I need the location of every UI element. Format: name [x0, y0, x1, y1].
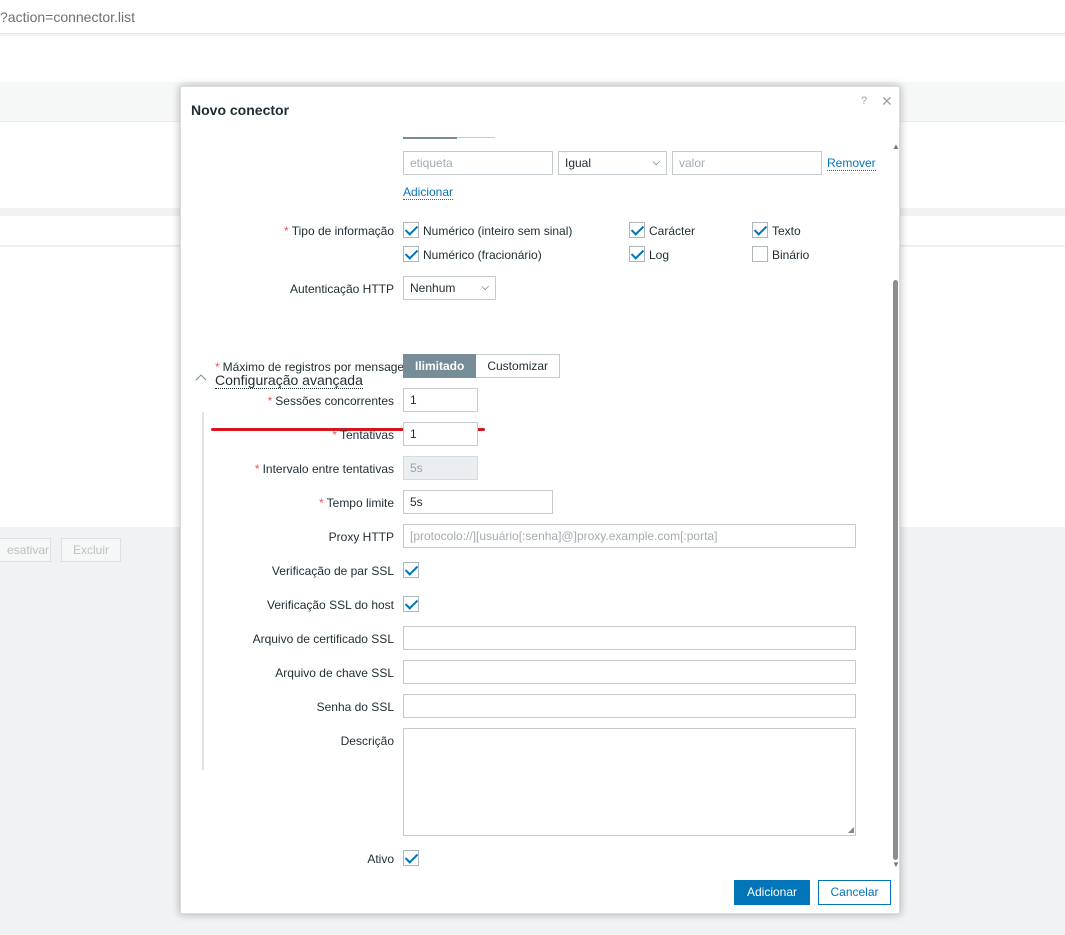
- ssl-host-checkbox[interactable]: [403, 596, 419, 612]
- checkbox-label: Binário: [772, 248, 810, 262]
- concurrent-sessions-input[interactable]: 1: [403, 388, 478, 412]
- new-connector-dialog: Novo conector ? ✕ etiqueta Igual ⌵ valor…: [180, 86, 900, 914]
- cancel-button[interactable]: Cancelar: [818, 880, 891, 905]
- tag-operator-select[interactable]: Igual ⌵: [558, 151, 667, 175]
- dialog-scrollbar[interactable]: ▲ ▼: [892, 142, 900, 872]
- ssl-cert-label: Arquivo de certificado SSL: [252, 632, 394, 646]
- description-label: Descrição: [340, 734, 394, 748]
- timeout-label: * Tempo limite: [318, 496, 394, 510]
- checkbox-label: Carácter: [649, 224, 696, 238]
- chevron-down-icon: ⌵: [481, 282, 489, 293]
- checkbox-log[interactable]: [629, 246, 645, 262]
- ssl-password-label: Senha do SSL: [316, 700, 394, 714]
- dialog-body: etiqueta Igual ⌵ valor Remover Adicionar…: [181, 137, 891, 871]
- checkbox-label: Numérico (fracionário): [423, 248, 542, 262]
- max-records-unlimited[interactable]: Ilimitado: [403, 354, 477, 378]
- timeout-input[interactable]: 5s: [403, 490, 553, 514]
- advanced-section-line: [202, 412, 204, 770]
- remove-tag-link[interactable]: Remover: [827, 156, 876, 171]
- active-label: Ativo: [367, 852, 394, 866]
- checkbox-text[interactable]: [752, 222, 768, 238]
- advanced-config-title: Configuração avançada: [215, 372, 363, 389]
- chevron-down-icon: ⌵: [652, 157, 660, 168]
- scroll-down-icon[interactable]: ▼: [892, 860, 900, 869]
- dialog-title: Novo conector: [191, 102, 290, 118]
- ssl-peer-label: Verificação de par SSL: [271, 564, 394, 578]
- http-auth-value: Nenhum: [410, 281, 456, 295]
- help-icon[interactable]: ?: [861, 95, 867, 107]
- checkbox-label: Texto: [772, 224, 801, 238]
- http-auth-select[interactable]: Nenhum ⌵: [403, 276, 496, 300]
- checkbox-numeric-float[interactable]: [403, 246, 419, 262]
- info-type-label: * Tipo de informação: [284, 224, 394, 238]
- max-records-segmented: Ilimitado Customizar: [403, 354, 561, 378]
- close-icon[interactable]: ✕: [881, 93, 893, 110]
- ssl-key-label: Arquivo de chave SSL: [275, 666, 394, 680]
- checkbox-binary[interactable]: [752, 246, 768, 262]
- attempt-interval-input[interactable]: 5s: [403, 456, 478, 480]
- add-tag-link[interactable]: Adicionar: [403, 185, 454, 200]
- max-records-custom[interactable]: Customizar: [476, 354, 561, 378]
- tag-value-input[interactable]: valor: [672, 151, 822, 175]
- checkbox-label: Log: [649, 248, 670, 262]
- scrollbar-thumb[interactable]: [893, 280, 898, 860]
- checkbox-character[interactable]: [629, 222, 645, 238]
- proxy-label: Proxy HTTP: [328, 530, 394, 544]
- active-checkbox[interactable]: [403, 850, 419, 866]
- proxy-input[interactable]: [protocolo://][usuário[:senha]@]proxy.ex…: [403, 524, 856, 548]
- attempts-label: * Tentativas: [332, 428, 394, 442]
- attempt-interval-label: * Intervalo entre tentativas: [254, 462, 394, 476]
- attempts-input[interactable]: 1: [403, 422, 478, 446]
- description-textarea[interactable]: ◢: [403, 728, 856, 836]
- tag-tabs-stub: [403, 137, 495, 140]
- ssl-peer-checkbox[interactable]: [403, 562, 419, 578]
- checkbox-label: Numérico (inteiro sem sinal): [423, 224, 573, 238]
- scroll-up-icon[interactable]: ▲: [892, 142, 900, 151]
- add-button[interactable]: Adicionar: [734, 880, 810, 905]
- ssl-password-input[interactable]: [403, 694, 856, 718]
- ssl-cert-input[interactable]: [403, 626, 856, 650]
- concurrent-sessions-label: * Sessões concorrentes: [267, 394, 394, 408]
- http-auth-label: Autenticação HTTP: [289, 282, 394, 296]
- checkbox-numeric-unsigned[interactable]: [403, 222, 419, 238]
- resize-handle-icon[interactable]: ◢: [848, 825, 854, 834]
- ssl-host-label: Verificação SSL do host: [267, 598, 394, 612]
- max-records-label: * Máximo de registros por mensagem: [215, 360, 403, 374]
- ssl-key-input[interactable]: [403, 660, 856, 684]
- chevron-up-icon: [195, 374, 207, 386]
- tag-name-input[interactable]: etiqueta: [403, 151, 553, 175]
- tag-operator-value: Igual: [565, 156, 592, 170]
